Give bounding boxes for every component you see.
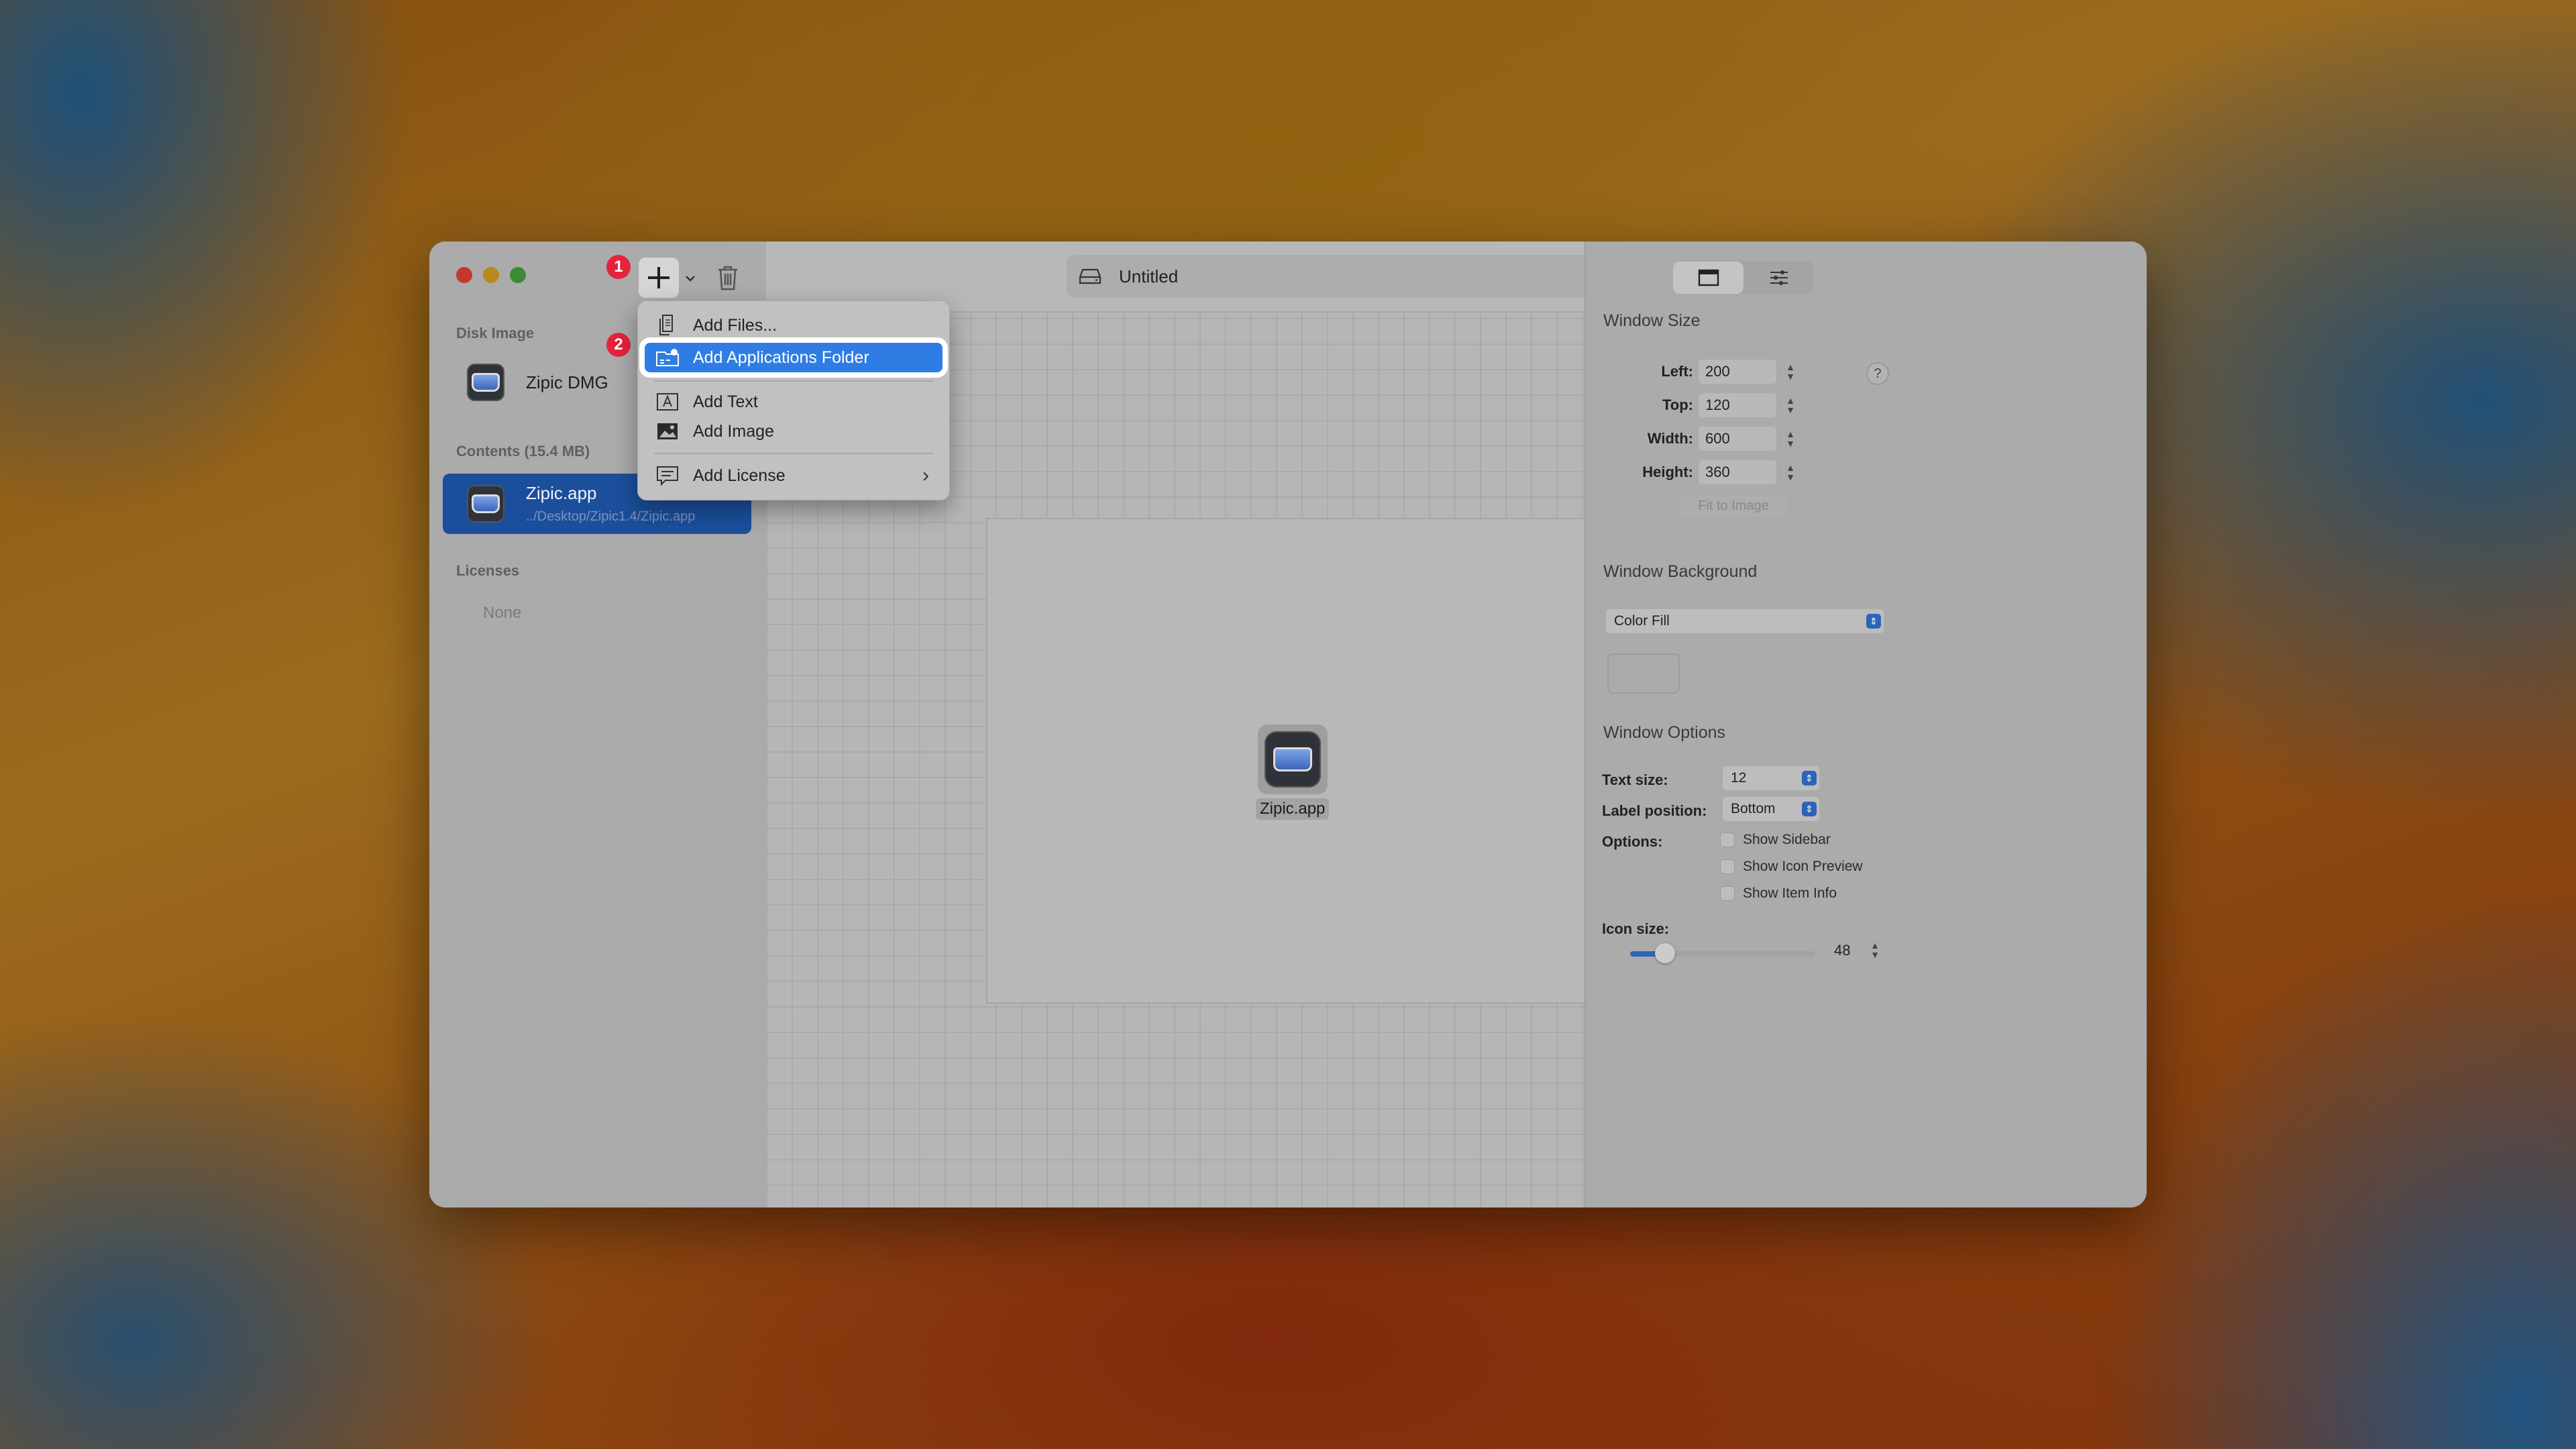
- add-menu-chevron[interactable]: [680, 268, 700, 288]
- licenses-none-label: None: [483, 604, 522, 622]
- inspector-panel: Window Size Left: 200 ▲ ▼ Top: 120 ▲ ▼ Wid…: [1585, 241, 2147, 1208]
- slider-knob[interactable]: [1655, 943, 1675, 963]
- menu-item-add-applications-folder[interactable]: Add Applications Folder: [645, 343, 943, 372]
- help-button[interactable]: ?: [1866, 362, 1889, 385]
- window-title: Untitled: [1119, 266, 1179, 286]
- sliders-icon: [1770, 270, 1788, 285]
- icon-size-value: 48: [1834, 942, 1851, 959]
- top-label: Top:: [1662, 396, 1693, 413]
- left-label: Left:: [1661, 363, 1693, 380]
- icon-size-label: Icon size:: [1602, 920, 1670, 937]
- applications-folder-icon: [656, 349, 679, 366]
- canvas-app-item[interactable]: Zipic.app: [1256, 724, 1330, 820]
- top-field-row: Top: 120 ▲ ▼: [1613, 393, 1796, 417]
- menu-item-label: Add Text: [693, 392, 758, 411]
- width-stepper[interactable]: ▲ ▼: [1784, 428, 1796, 449]
- licenses-heading: Licenses: [456, 562, 520, 579]
- add-menu: Add Files... Add Applications Folder Add…: [637, 301, 950, 500]
- doc-icon: [659, 315, 673, 335]
- label-position-value: Bottom: [1731, 801, 1776, 816]
- menu-item-label: Add Image: [693, 421, 774, 441]
- width-label: Width:: [1647, 430, 1693, 447]
- top-input[interactable]: 120: [1699, 393, 1776, 417]
- background-select-value: Color Fill: [1614, 613, 1670, 629]
- window-options-heading: Window Options: [1603, 723, 1726, 742]
- height-field-row: Height: 360 ▲ ▼: [1613, 460, 1796, 484]
- image-icon: [657, 423, 678, 439]
- text-icon: [657, 393, 678, 411]
- text-size-value: 12: [1731, 770, 1747, 786]
- drive-icon: [1079, 268, 1102, 284]
- show-icon-preview-checkbox[interactable]: Show Icon Preview: [1720, 859, 1863, 875]
- inspector-tabs: [1673, 262, 1814, 294]
- menu-item-add-image[interactable]: Add Image: [645, 417, 943, 446]
- chevron-right-icon: ›: [922, 464, 929, 486]
- height-label: Height:: [1642, 464, 1693, 480]
- icon-size-stepper[interactable]: ▲ ▼: [1869, 939, 1881, 961]
- label-position-label: Label position:: [1602, 802, 1707, 819]
- zoom-window-button[interactable]: [510, 267, 526, 283]
- top-stepper[interactable]: ▲ ▼: [1784, 394, 1796, 416]
- left-stepper[interactable]: ▲ ▼: [1784, 361, 1796, 382]
- close-window-button[interactable]: [456, 267, 472, 283]
- disk-image-row[interactable]: Zipic DMG: [467, 364, 608, 401]
- license-icon: [657, 466, 678, 486]
- canvas-item-label: Zipic.app: [1256, 798, 1330, 820]
- menu-item-add-text[interactable]: Add Text: [645, 387, 943, 417]
- left-field-row: Left: 200 ▲ ▼: [1613, 360, 1796, 384]
- add-button[interactable]: [639, 258, 679, 298]
- fit-to-image-button[interactable]: Fit to Image: [1680, 495, 1787, 517]
- checkbox-box: [1720, 833, 1735, 847]
- menu-item-add-files[interactable]: Add Files...: [645, 311, 943, 340]
- minimize-window-button[interactable]: [483, 267, 499, 283]
- icon-size-slider[interactable]: [1630, 943, 1815, 963]
- app-icon: [467, 485, 504, 523]
- text-size-select[interactable]: 12 ⇕: [1723, 766, 1819, 790]
- select-arrows-icon: ⇕: [1802, 802, 1817, 816]
- app-window: 1 2 Disk Image Zipic DMG Contents (15.4 …: [429, 241, 2147, 1208]
- show-icon-preview-label: Show Icon Preview: [1743, 859, 1863, 874]
- label-position-select[interactable]: Bottom ⇕: [1723, 797, 1819, 821]
- chevron-down-icon: [686, 276, 695, 282]
- checkbox-box: [1720, 886, 1735, 901]
- show-item-info-label: Show Item Info: [1743, 885, 1837, 901]
- contents-heading: Contents (15.4 MB): [456, 443, 590, 460]
- text-size-label: Text size:: [1602, 771, 1668, 788]
- width-input[interactable]: 600: [1699, 427, 1776, 451]
- show-sidebar-checkbox[interactable]: Show Sidebar: [1720, 832, 1831, 848]
- step-badge-2: 2: [606, 333, 631, 357]
- left-input[interactable]: 200: [1699, 360, 1776, 384]
- window-background-heading: Window Background: [1603, 562, 1758, 581]
- height-input[interactable]: 360: [1699, 460, 1776, 484]
- app-icon: [1264, 731, 1321, 788]
- content-item-path: ../Desktop/Zipic1.4/Zipic.app: [526, 509, 696, 524]
- window-icon: [1698, 269, 1719, 286]
- menu-item-add-license[interactable]: Add License ›: [645, 461, 943, 490]
- delete-button[interactable]: [711, 260, 745, 295]
- height-stepper[interactable]: ▲ ▼: [1784, 462, 1796, 483]
- width-field-row: Width: 600 ▲ ▼: [1613, 427, 1796, 451]
- menu-item-label: Add Applications Folder: [693, 347, 869, 367]
- plus-icon: [648, 267, 669, 288]
- background-color-well[interactable]: [1607, 653, 1680, 694]
- background-select[interactable]: Color Fill ⇕: [1606, 609, 1884, 633]
- options-label: Options:: [1602, 833, 1663, 850]
- disk-image-heading: Disk Image: [456, 325, 535, 341]
- tab-window[interactable]: [1673, 262, 1743, 294]
- step-badge-1: 1: [606, 255, 631, 279]
- disk-name: Zipic DMG: [526, 372, 608, 392]
- checkbox-box: [1720, 859, 1735, 874]
- show-sidebar-label: Show Sidebar: [1743, 832, 1831, 847]
- menu-separator: [654, 380, 933, 382]
- select-arrows-icon: ⇕: [1802, 771, 1817, 786]
- window-size-heading: Window Size: [1603, 311, 1701, 330]
- menu-item-label: Add Files...: [693, 315, 777, 335]
- show-item-info-checkbox[interactable]: Show Item Info: [1720, 885, 1837, 902]
- select-arrows-icon: ⇕: [1866, 614, 1881, 629]
- menu-separator: [654, 453, 933, 454]
- disk-image-icon: [467, 364, 504, 401]
- menu-item-label: Add License: [693, 466, 786, 485]
- tab-settings[interactable]: [1743, 262, 1814, 294]
- trash-icon: [718, 266, 737, 290]
